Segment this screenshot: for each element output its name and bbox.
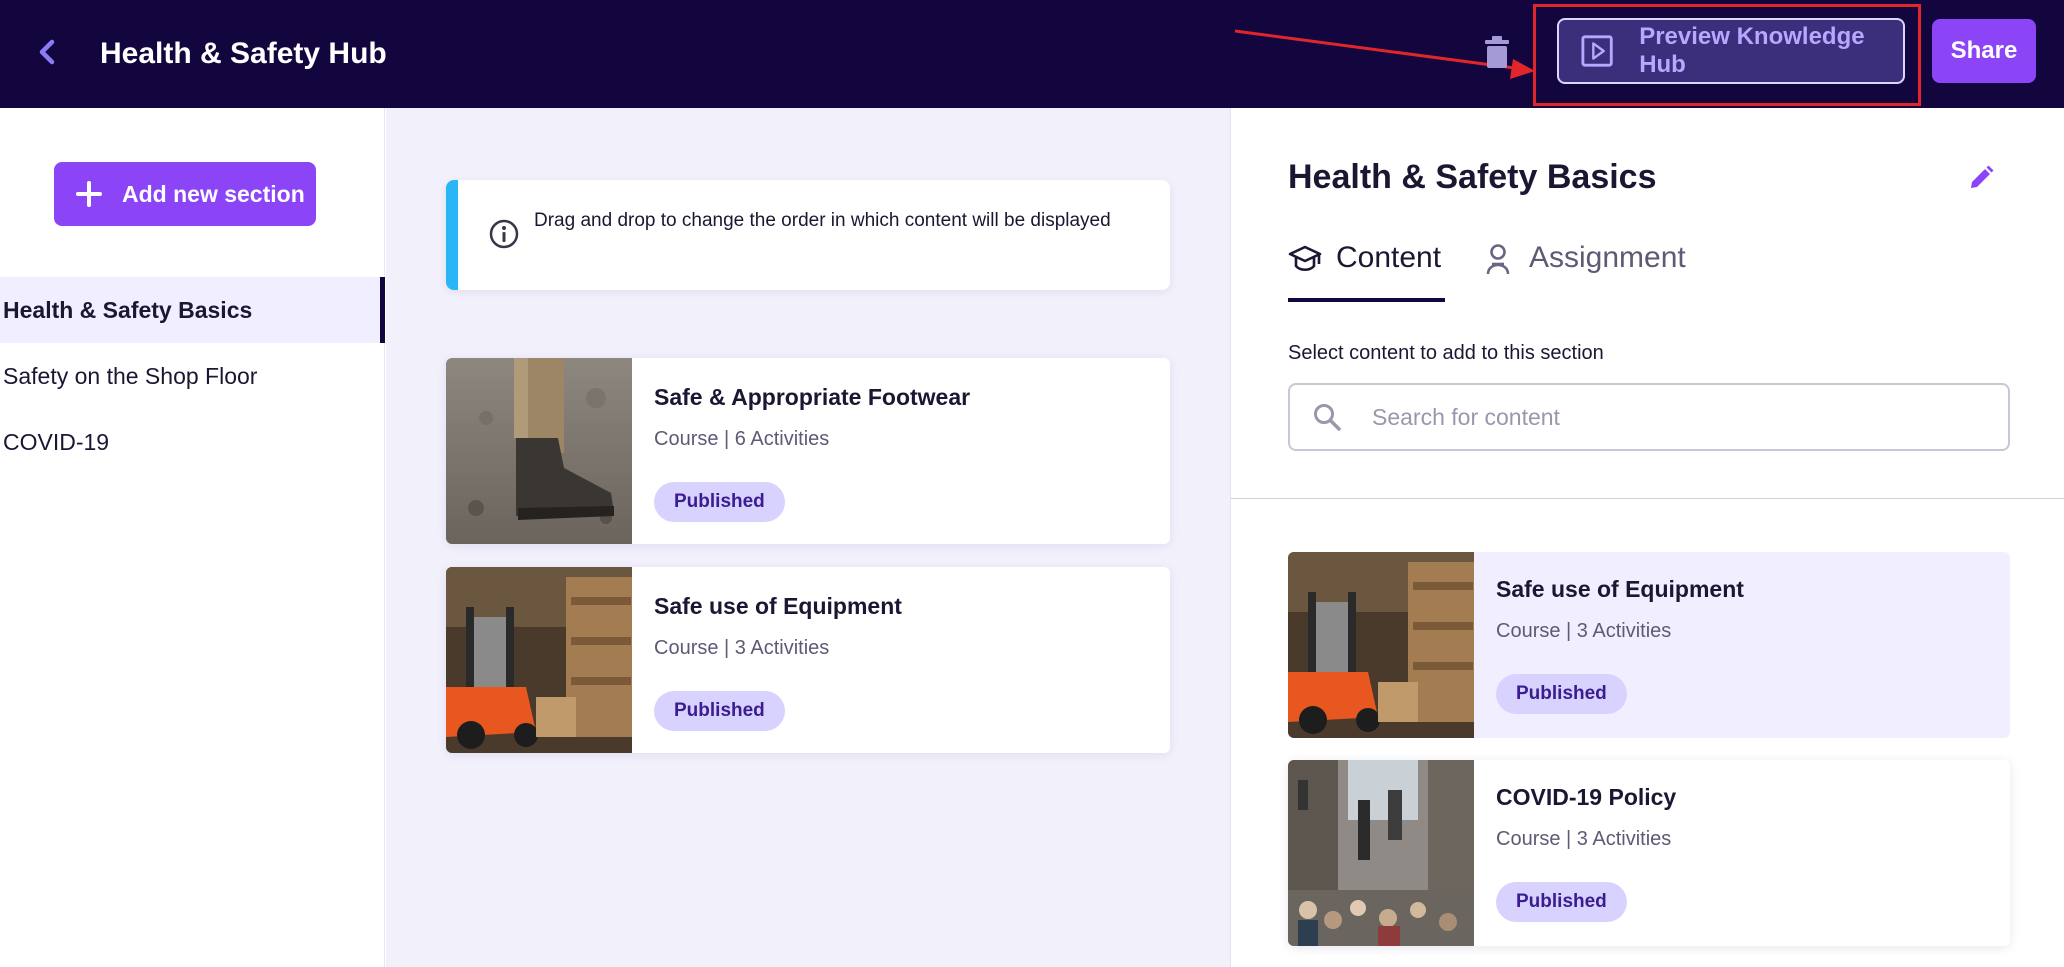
status-badge: Published xyxy=(1496,674,1627,714)
card-type: Course xyxy=(654,637,719,659)
info-icon xyxy=(489,219,519,249)
section-content-area: Drag and drop to change the order in whi… xyxy=(386,108,1230,967)
graduation-cap-icon xyxy=(1288,245,1322,272)
section-details-panel: Health & Safety Basics Content Assignmen… xyxy=(1230,108,2064,967)
edit-section-button[interactable] xyxy=(1967,164,1995,192)
info-text: Drag and drop to change the order in whi… xyxy=(534,210,1111,231)
person-icon xyxy=(1486,244,1510,275)
search-input[interactable] xyxy=(1372,403,1972,431)
search-field[interactable] xyxy=(1288,383,2010,451)
play-square-icon xyxy=(1581,35,1613,67)
tab-content-label: Content xyxy=(1336,241,1442,274)
tab-assignment-label: Assignment xyxy=(1529,241,1686,274)
pencil-icon xyxy=(1971,165,1994,188)
result-activities: 3 Activities xyxy=(1576,620,1672,642)
result-activities: 3 Activities xyxy=(1576,828,1672,850)
add-new-section-button[interactable]: Add new section xyxy=(54,162,316,226)
result-type: Course xyxy=(1496,828,1561,850)
panel-divider xyxy=(1231,498,2064,499)
result-type: Course xyxy=(1496,620,1561,642)
preview-knowledge-hub-button[interactable]: Preview Knowledge Hub xyxy=(1557,18,1905,84)
chevron-left-icon xyxy=(39,39,55,65)
hub-title: Health & Safety Hub xyxy=(100,37,387,70)
active-tab-indicator xyxy=(1288,298,1445,302)
status-badge: Published xyxy=(654,482,785,522)
delete-button[interactable] xyxy=(1482,34,1512,72)
result-title: Safe use of Equipment xyxy=(1496,576,1744,602)
boots-photo xyxy=(446,358,632,544)
sidebar-item-safety-shop-floor[interactable]: Safety on the Shop Floor xyxy=(0,343,385,409)
drag-drop-info-banner: Drag and drop to change the order in whi… xyxy=(446,180,1170,290)
preview-label: Preview Knowledge Hub xyxy=(1639,23,1865,78)
result-card[interactable]: Safe use of Equipment Course | 3 Activit… xyxy=(1288,552,2010,738)
card-meta: Course | 6 Activities xyxy=(654,428,830,450)
search-icon xyxy=(1314,404,1341,431)
city-street-photo xyxy=(1288,760,1474,946)
add-section-label: Add new section xyxy=(122,180,305,207)
status-badge: Published xyxy=(1496,882,1627,922)
sidebar-item-health-safety-basics[interactable]: Health & Safety Basics xyxy=(0,277,385,343)
tab-assignment[interactable]: Assignment xyxy=(1481,238,1686,310)
result-title: COVID-19 Policy xyxy=(1496,784,1677,810)
trash-icon xyxy=(1485,36,1509,68)
result-meta: Course | 3 Activities xyxy=(1496,828,1672,850)
card-activities: 3 Activities xyxy=(734,637,830,659)
result-card[interactable]: COVID-19 Policy Course | 3 Activities Pu… xyxy=(1288,760,2010,946)
content-card[interactable]: Safe & Appropriate Footwear Course | 6 A… xyxy=(446,358,1170,544)
forklift-photo xyxy=(1288,552,1474,738)
card-meta: Course | 3 Activities xyxy=(654,637,830,659)
card-title: Safe & Appropriate Footwear xyxy=(654,384,971,410)
plus-icon xyxy=(76,181,102,207)
forklift-photo xyxy=(446,567,632,753)
card-activities: 6 Activities xyxy=(734,428,830,450)
back-button[interactable] xyxy=(30,30,64,74)
select-content-label: Select content to add to this section xyxy=(1288,342,1604,364)
content-card[interactable]: Safe use of Equipment Course | 3 Activit… xyxy=(446,567,1170,753)
result-meta: Course | 3 Activities xyxy=(1496,620,1672,642)
share-button[interactable]: Share xyxy=(1932,19,2036,83)
sidebar-item-covid-19[interactable]: COVID-19 xyxy=(0,409,385,475)
section-title: Health & Safety Basics xyxy=(1288,158,1657,196)
card-title: Safe use of Equipment xyxy=(654,593,902,619)
top-bar: Health & Safety Hub Preview Knowledge Hu… xyxy=(0,0,2064,108)
sections-sidebar: Add new section Health & Safety Basics S… xyxy=(0,108,385,967)
status-badge: Published xyxy=(654,691,785,731)
card-type: Course xyxy=(654,428,719,450)
